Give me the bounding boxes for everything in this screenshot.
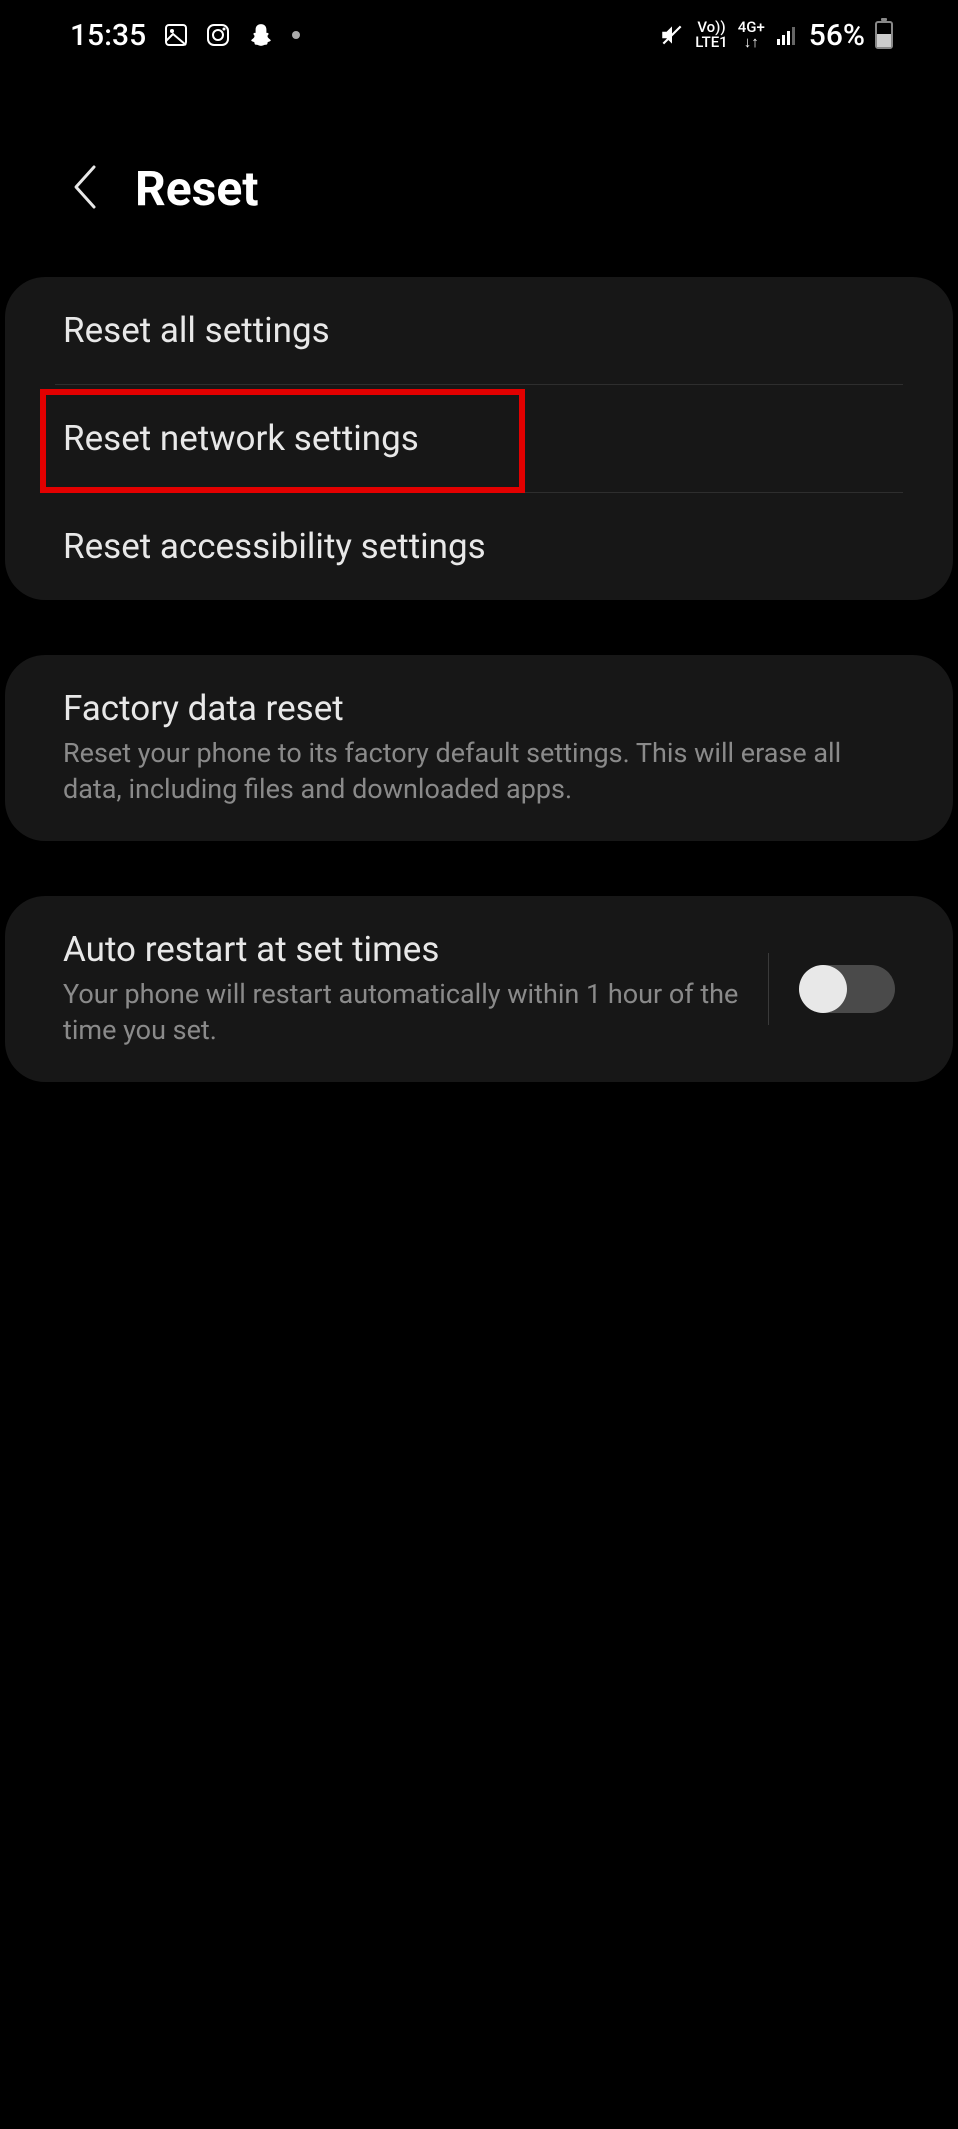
reset-options-card: Reset all settings Reset network setting… xyxy=(5,277,953,600)
snapchat-icon xyxy=(248,22,274,48)
factory-reset-desc: Reset your phone to its factory default … xyxy=(63,735,895,808)
reset-accessibility-settings-row[interactable]: Reset accessibility settings xyxy=(5,493,953,600)
status-time: 15:35 xyxy=(70,18,146,53)
chevron-left-icon xyxy=(70,163,100,211)
page-title: Reset xyxy=(135,160,259,217)
status-bar: 15:35 Vo)) LTE1 4G+ ↓↑ 56% xyxy=(0,0,958,70)
switch-knob xyxy=(799,965,847,1013)
signal-icon xyxy=(775,23,799,47)
mute-icon xyxy=(659,22,685,48)
more-notifications-dot xyxy=(292,31,300,39)
reset-network-settings-row[interactable]: Reset network settings xyxy=(5,385,953,492)
network-type-indicator: 4G+ ↓↑ xyxy=(738,20,765,50)
status-right: Vo)) LTE1 4G+ ↓↑ 56% xyxy=(659,18,893,53)
reset-all-label: Reset all settings xyxy=(63,310,330,351)
factory-reset-label: Factory data reset xyxy=(63,688,895,729)
auto-restart-card: Auto restart at set times Your phone wil… xyxy=(5,896,953,1082)
reset-network-label: Reset network settings xyxy=(63,418,419,459)
battery-icon xyxy=(875,21,893,49)
auto-restart-row[interactable]: Auto restart at set times Your phone wil… xyxy=(5,896,953,1082)
back-button[interactable] xyxy=(70,163,100,215)
auto-restart-desc: Your phone will restart automatically wi… xyxy=(63,976,768,1049)
page-header: Reset xyxy=(0,70,958,277)
factory-reset-card: Factory data reset Reset your phone to i… xyxy=(5,655,953,841)
volte-indicator: Vo)) LTE1 xyxy=(695,20,727,50)
status-left: 15:35 xyxy=(70,18,300,53)
reset-accessibility-label: Reset accessibility settings xyxy=(63,526,486,567)
toggle-container xyxy=(768,953,895,1025)
reset-all-settings-row[interactable]: Reset all settings xyxy=(5,277,953,384)
instagram-icon xyxy=(206,23,230,47)
divider xyxy=(768,953,769,1025)
battery-percentage: 56% xyxy=(809,18,865,53)
gallery-icon xyxy=(164,23,188,47)
auto-restart-label: Auto restart at set times xyxy=(63,929,768,970)
factory-data-reset-row[interactable]: Factory data reset Reset your phone to i… xyxy=(5,655,953,841)
auto-restart-toggle[interactable] xyxy=(799,965,895,1013)
